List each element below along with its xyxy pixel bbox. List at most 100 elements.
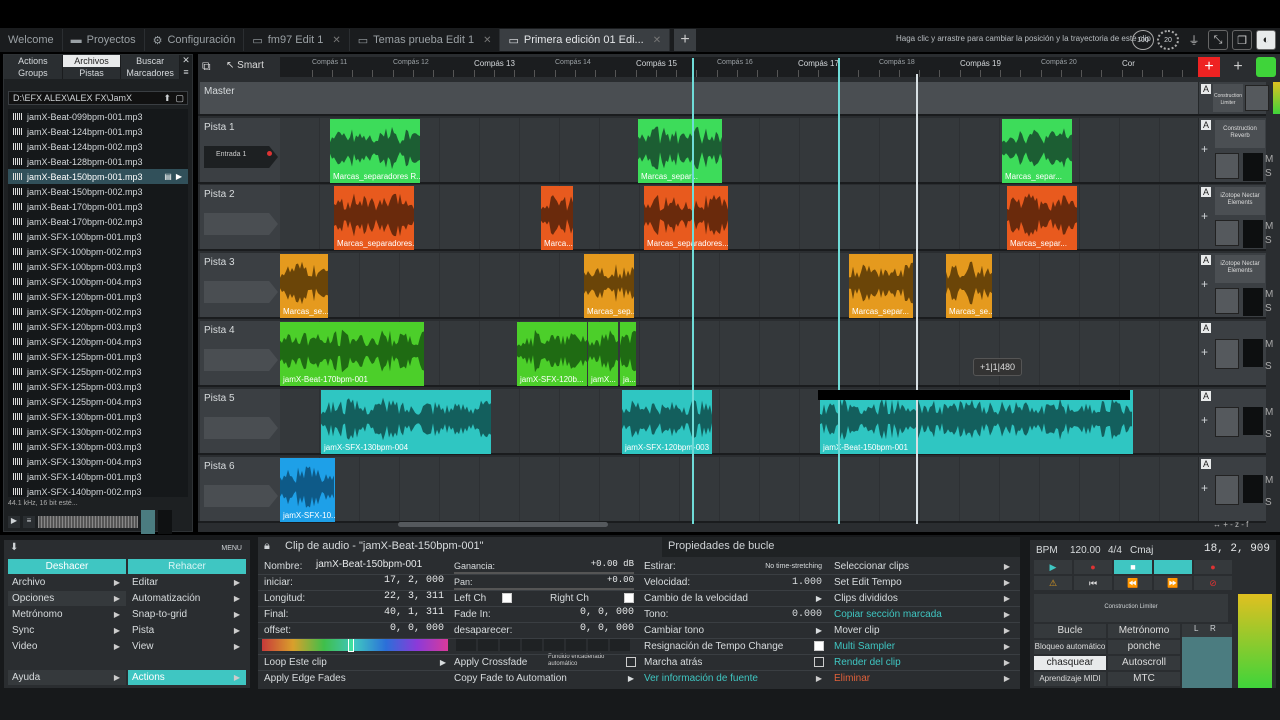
file-item[interactable]: jamX-SFX-120bpm-003.mp3 [8,319,188,334]
browser-tab-actions[interactable]: Actions [4,55,63,67]
volume-plugin[interactable] [1215,339,1239,369]
audio-clip[interactable]: jamX-SFX-10... [280,458,335,522]
solo-button[interactable]: S [1265,168,1277,179]
track-input-arrow[interactable] [204,213,278,235]
fade-shape-button[interactable] [478,639,498,651]
new-tab-button[interactable]: + [674,29,697,51]
folder-icon[interactable]: ▢ [175,92,184,104]
audio-clip[interactable]: Marcas_separ... [638,119,722,183]
transport-toggle[interactable]: MTC [1108,672,1180,686]
audio-clip[interactable]: jamX-SFX-130bpm-004 [321,390,491,454]
left-channel-checkbox[interactable] [502,593,512,603]
track-header[interactable]: Pista 5 [200,389,280,453]
clip-option[interactable]: Resignación de Tempo Change [644,639,826,654]
transport-toggle[interactable]: Bloqueo automático [1034,640,1106,654]
menu-item-left[interactable]: Archivo ▶ [8,575,126,590]
menu-item-right[interactable]: Pista ▶ [128,623,246,638]
clip-option[interactable]: Tono: 0.000 [644,607,826,622]
loop-edit-clip-button[interactable]: Loop Este clip ▶ [264,655,450,670]
actions-button[interactable]: Actions ▶ [128,670,246,685]
loop-marker-end[interactable] [838,58,840,524]
menu-item-left[interactable]: Sync ▶ [8,623,126,638]
automation-icon[interactable]: A [1201,459,1211,469]
track-lane[interactable]: Marcas_separadores R... Marcas_separ... Ma… [280,118,1198,183]
automation-icon[interactable]: A [1201,323,1211,333]
color-picker-handle[interactable] [348,638,354,652]
clip-option[interactable]: Estirar: No time-stretching [644,559,826,574]
plugin-slot[interactable]: Construction Limiter [1213,84,1243,112]
transport-toggle[interactable]: Bucle [1034,624,1106,638]
volume-plugin[interactable] [1215,407,1239,437]
horizontal-scrollbar[interactable] [398,522,608,527]
add-plugin-icon[interactable]: + [1201,413,1208,427]
track-header[interactable]: Pista 2 [200,185,280,249]
tab-proyectos[interactable]: ▬ Proyectos [63,29,145,51]
add-button[interactable]: + [1228,57,1248,77]
reverse-checkbox[interactable] [814,657,824,667]
file-item[interactable]: jamX-Beat-124bpm-002.mp3 [8,139,188,154]
clip-action[interactable]: Render del clip ▶ [834,655,1014,670]
clip-option[interactable]: Ver información de fuente ▶ [644,671,826,686]
track-lane[interactable]: Marcas_separadores... Marca... Marcas_sepa… [280,185,1198,250]
loop-marker-start[interactable] [692,58,694,524]
mute-button[interactable]: M [1265,289,1277,300]
file-item[interactable]: jamX-SFX-125bpm-001.mp3 [8,349,188,364]
track-input-arrow[interactable] [204,417,278,439]
file-item[interactable]: jamX-SFX-140bpm-001.mp3 [8,469,188,484]
transport-toggle[interactable]: Autoscroll [1108,656,1180,670]
volume-plugin[interactable] [1215,153,1239,179]
transport-toggle[interactable]: ponche [1108,640,1180,654]
stop-wide[interactable] [1154,560,1192,574]
file-item[interactable]: jamX-Beat-099bpm-001.mp3 [8,109,188,124]
audio-clip[interactable]: jamX-Beat-170bpm-001 [280,322,424,386]
file-item[interactable]: jamX-Beat-150bpm-002.mp3 [8,184,188,199]
tab-primera-edicion[interactable]: ▭ Primera edición 01 Edi... ✕ [500,29,671,51]
plugin-slot[interactable]: iZotope Nectar Elements [1215,255,1265,283]
clip-option[interactable]: Marcha atrás [644,655,826,670]
clip-field-value[interactable]: 22, 3, 311 [316,591,444,602]
fade-out-value[interactable]: 0, 0, 000 [534,623,634,634]
lock-icon[interactable]: 🔒︎ [264,540,270,553]
track-3[interactable]: Pista 3 Marcas_se... Marcas_sep... Marcas_s… [198,253,1273,319]
track-header[interactable]: Master [200,82,280,114]
menu-item-right[interactable]: Automatización ▶ [128,591,246,606]
file-icon[interactable]: ▤ [164,172,172,181]
solo-button[interactable]: S [1265,235,1277,246]
fade-shape-button[interactable] [522,639,542,651]
time-ruler[interactable]: Compás 11 Compás 12 Compás 13 Compás 14 Comp… [280,57,1198,77]
clip-option[interactable]: Cambio de la velocidad ▶ [644,591,826,606]
plugin-slot[interactable]: Construction Reverb [1215,120,1265,148]
master-track[interactable]: Master A Construction Limiter [198,82,1280,116]
fade-shape-button[interactable] [566,639,586,651]
bpm-value[interactable]: 120.00 [1070,543,1101,558]
toggle-icon[interactable]: ◐ [1256,30,1276,50]
file-item[interactable]: jamX-Beat-150bpm-001.mp3 ▤ ▶ [8,169,188,184]
solo-button[interactable]: S [1265,361,1277,372]
tab-configuracion[interactable]: ⚙ Configuración [145,29,245,51]
menu-item-left[interactable]: Metrónomo ▶ [8,607,126,622]
tempo-change-checkbox[interactable] [814,641,824,651]
file-item[interactable]: jamX-SFX-120bpm-004.mp3 [8,334,188,349]
resize-icon[interactable]: ⤡ [1208,30,1228,50]
master-fader[interactable] [1182,624,1232,688]
audio-clip[interactable]: jamX-SFX-120b... [517,322,587,386]
track-header[interactable]: Pista 4 [200,321,280,385]
forward-icon[interactable]: ⏩ [1154,576,1192,590]
track-2[interactable]: Pista 2 Marcas_separadores... Marca... Marc… [198,185,1273,251]
record-icon[interactable]: ● [1074,560,1112,574]
mute-button[interactable]: M [1265,154,1277,165]
file-item[interactable]: jamX-SFX-125bpm-003.mp3 [8,379,188,394]
fade-shape-button[interactable] [500,639,520,651]
mute-button[interactable]: M [1265,475,1277,486]
clip-field-value[interactable]: +0.00 [534,575,634,585]
audio-clip[interactable]: Marcas_separ... [849,254,913,318]
record-arm-icon[interactable]: ● [1194,560,1232,574]
file-item[interactable]: jamX-Beat-170bpm-001.mp3 [8,199,188,214]
download-icon[interactable]: ⬇ [10,542,18,553]
file-item[interactable]: jamX-SFX-140bpm-002.mp3 [8,484,188,497]
file-item[interactable]: jamX-SFX-120bpm-002.mp3 [8,304,188,319]
menu-item-left[interactable]: Opciones ▶ [8,591,126,606]
file-item[interactable]: jamX-SFX-100bpm-001.mp3 [8,229,188,244]
track-lane[interactable]: jamX-SFX-10... [280,457,1198,522]
track-lane[interactable]: Marcas_se... Marcas_sep... Marcas_separ...… [280,253,1198,318]
